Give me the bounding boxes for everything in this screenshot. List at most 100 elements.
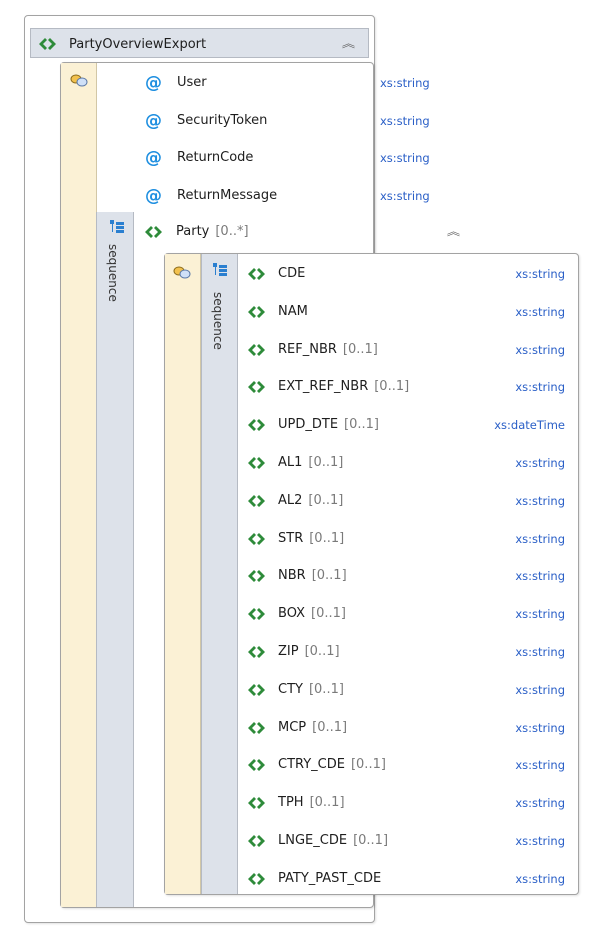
- element-row[interactable]: LNGE_CDE [0..1] xs:string: [248, 831, 573, 851]
- element-name: CTRY_CDE [0..1]: [278, 757, 386, 772]
- element-icon: [248, 684, 265, 696]
- element-cardinality: [0..1]: [309, 795, 345, 810]
- attribute-icon: @: [145, 186, 162, 206]
- element-cardinality: [0..1]: [311, 568, 347, 583]
- element-cardinality: [0..1]: [308, 682, 344, 697]
- sequence-icon: [110, 220, 124, 233]
- collapse-icon[interactable]: ︽: [447, 226, 460, 238]
- sequence-label: sequence: [106, 244, 120, 302]
- party-element-row[interactable]: Party [0..*]: [145, 222, 465, 242]
- element-icon: [248, 570, 265, 582]
- element-cardinality: [0..1]: [374, 379, 410, 394]
- element-cardinality: [0..1]: [353, 833, 389, 848]
- element-type: xs:string: [515, 494, 565, 508]
- attribute-icon: @: [145, 73, 162, 93]
- element-cardinality: [0..1]: [344, 417, 379, 432]
- element-type: xs:string: [515, 645, 565, 659]
- element-type: xs:string: [515, 758, 565, 772]
- element-type: xs:string: [515, 569, 565, 583]
- element-type: xs:string: [515, 456, 565, 470]
- element-row[interactable]: STR [0..1] xs:string: [248, 529, 573, 549]
- attribute-name: User: [177, 75, 207, 90]
- collapse-icon[interactable]: ︽: [342, 38, 355, 50]
- annotation-strip: [61, 63, 97, 907]
- element-row[interactable]: NBR [0..1] xs:string: [248, 566, 573, 586]
- element-name: NBR [0..1]: [278, 568, 347, 583]
- element-name: CDE: [278, 266, 306, 281]
- element-row[interactable]: CTRY_CDE [0..1] xs:string: [248, 755, 573, 775]
- element-name: LNGE_CDE [0..1]: [278, 833, 389, 848]
- annotation-icon[interactable]: [173, 265, 191, 279]
- element-name: EXT_REF_NBR [0..1]: [278, 379, 410, 394]
- element-row[interactable]: AL1 [0..1] xs:string: [248, 453, 573, 473]
- element-icon: [248, 457, 265, 469]
- element-row[interactable]: TPH [0..1] xs:string: [248, 793, 573, 813]
- element-name: BOX [0..1]: [278, 606, 346, 621]
- element-cardinality: [0..1]: [304, 644, 340, 659]
- element-cardinality: [0..1]: [308, 493, 344, 508]
- sequence-icon: [213, 263, 227, 276]
- element-icon: [248, 495, 265, 507]
- element-name: TPH [0..1]: [278, 795, 345, 810]
- element-icon: [248, 759, 265, 771]
- element-row[interactable]: PATY_PAST_CDE xs:string: [248, 869, 573, 889]
- element-icon: [145, 226, 162, 238]
- element-type: xs:string: [515, 721, 565, 735]
- attribute-type: xs:string: [380, 76, 430, 90]
- element-name: STR [0..1]: [278, 531, 345, 546]
- annotation-strip: [165, 254, 201, 894]
- element-cardinality: [0..1]: [350, 757, 386, 772]
- element-row[interactable]: AL2 [0..1] xs:string: [248, 491, 573, 511]
- element-type: xs:string: [515, 532, 565, 546]
- root-element-header[interactable]: PartyOverviewExport ︽: [30, 28, 369, 58]
- attribute-row[interactable]: @ User xs:string: [145, 73, 430, 93]
- element-icon: [248, 608, 265, 620]
- element-row[interactable]: ZIP [0..1] xs:string: [248, 642, 573, 662]
- element-cardinality: [0..1]: [312, 720, 348, 735]
- element-icon: [248, 533, 265, 545]
- element-name: AL1 [0..1]: [278, 455, 344, 470]
- attribute-row[interactable]: @ ReturnMessage xs:string: [145, 186, 430, 206]
- element-row[interactable]: UPD_DTE [0..1] xs:dateTime: [248, 415, 573, 435]
- element-name: MCP [0..1]: [278, 720, 348, 735]
- element-name: AL2 [0..1]: [278, 493, 344, 508]
- attribute-row[interactable]: @ SecurityToken xs:string: [145, 111, 430, 131]
- element-icon: [248, 873, 265, 885]
- element-name: NAM: [278, 304, 308, 319]
- element-icon: [248, 306, 265, 318]
- element-icon: [248, 722, 265, 734]
- element-type: xs:dateTime: [494, 418, 565, 432]
- element-row[interactable]: EXT_REF_NBR [0..1] xs:string: [248, 377, 573, 397]
- attribute-row[interactable]: @ ReturnCode xs:string: [145, 148, 430, 168]
- sequence-label: sequence: [211, 292, 225, 350]
- attribute-type: xs:string: [380, 151, 430, 165]
- element-icon: [248, 419, 265, 431]
- element-type: xs:string: [515, 834, 565, 848]
- element-type: xs:string: [515, 380, 565, 394]
- element-name: CTY [0..1]: [278, 682, 344, 697]
- element-row[interactable]: NAM xs:string: [248, 302, 573, 322]
- attribute-icon: @: [145, 111, 162, 131]
- element-type: xs:string: [515, 796, 565, 810]
- element-row[interactable]: MCP [0..1] xs:string: [248, 718, 573, 738]
- element-row[interactable]: CTY [0..1] xs:string: [248, 680, 573, 700]
- element-type: xs:string: [515, 305, 565, 319]
- element-row[interactable]: CDE xs:string: [248, 264, 573, 284]
- element-icon: [248, 381, 265, 393]
- sequence-strip: [96, 212, 134, 907]
- sequence-strip: [201, 254, 238, 894]
- element-icon: [248, 646, 265, 658]
- attribute-type: xs:string: [380, 189, 430, 203]
- element-cardinality: [0..1]: [311, 606, 346, 621]
- annotation-icon[interactable]: [70, 73, 88, 87]
- element-icon: [39, 38, 56, 50]
- element-row[interactable]: REF_NBR [0..1] xs:string: [248, 340, 573, 360]
- element-type: xs:string: [515, 267, 565, 281]
- element-type: xs:string: [515, 343, 565, 357]
- element-cardinality: [0..1]: [309, 531, 345, 546]
- attribute-type: xs:string: [380, 114, 430, 128]
- element-type: xs:string: [515, 683, 565, 697]
- element-icon: [248, 268, 265, 280]
- element-icon: [248, 344, 265, 356]
- element-row[interactable]: BOX [0..1] xs:string: [248, 604, 573, 624]
